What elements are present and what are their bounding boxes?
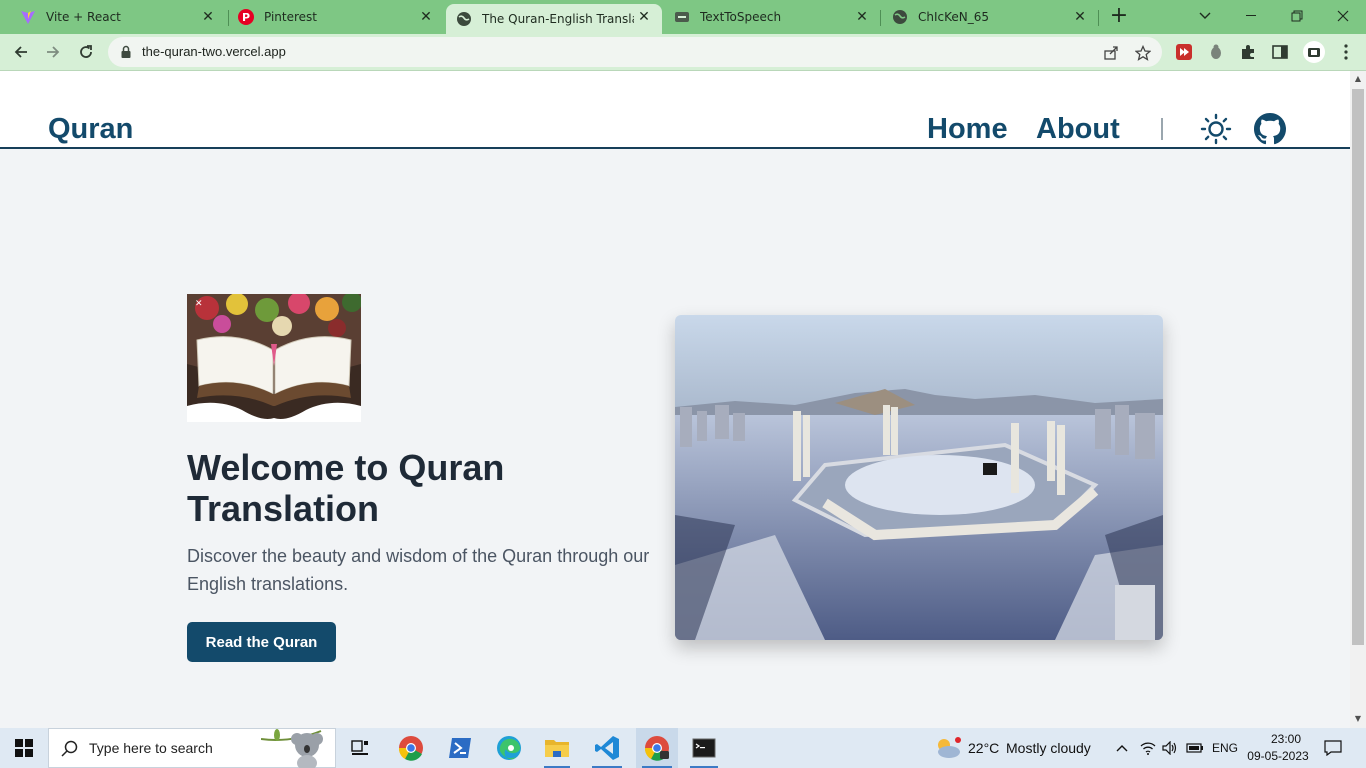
extension-bug-icon[interactable] bbox=[1206, 42, 1226, 62]
pinterest-icon: P bbox=[238, 9, 254, 25]
nav-about-link[interactable]: About bbox=[1036, 113, 1120, 146]
minimize-button[interactable] bbox=[1228, 0, 1274, 32]
bookmark-star-icon[interactable] bbox=[1134, 44, 1152, 62]
extension-red-icon[interactable] bbox=[1174, 42, 1194, 62]
hero-description: Discover the beauty and wisdom of the Qu… bbox=[187, 546, 650, 594]
koala-search-highlight-icon bbox=[260, 729, 335, 768]
vscode-icon[interactable] bbox=[586, 728, 628, 768]
show-hidden-icons-chevron-icon[interactable] bbox=[1112, 728, 1132, 768]
browser-menu-icon[interactable] bbox=[1336, 42, 1356, 62]
powershell-icon[interactable] bbox=[442, 728, 478, 768]
address-bar[interactable]: the-quran-two.vercel.app bbox=[108, 37, 1162, 67]
back-button[interactable] bbox=[8, 39, 34, 65]
scroll-up-arrow-icon[interactable]: ▲ bbox=[1353, 74, 1363, 84]
tab-separator bbox=[1098, 10, 1099, 26]
tab-title: ChIcKeN_65 bbox=[918, 10, 990, 24]
edge-icon[interactable] bbox=[490, 728, 528, 768]
tab-quran[interactable]: The Quran-English Translatio ✕ bbox=[446, 4, 662, 34]
url-text[interactable]: the-quran-two.vercel.app bbox=[142, 44, 286, 59]
file-explorer-icon[interactable] bbox=[538, 728, 576, 768]
search-icon bbox=[61, 740, 79, 762]
tab-title: The Quran-English Translatio bbox=[482, 12, 634, 26]
reload-button[interactable] bbox=[73, 39, 99, 65]
quran-book-image: ✕ bbox=[187, 294, 361, 422]
new-tab-button[interactable]: + bbox=[1108, 5, 1130, 28]
search-placeholder: Type here to search bbox=[89, 740, 213, 756]
tab-chicken[interactable]: ChIcKeN_65 ✕ bbox=[876, 0, 1098, 34]
lock-icon[interactable] bbox=[120, 44, 132, 63]
windows-taskbar: Type here to search 22°C Mostly cloudy E… bbox=[0, 728, 1366, 768]
site-header: Quran Home About bbox=[0, 71, 1350, 149]
chrome-taskbar-icon[interactable] bbox=[392, 728, 430, 768]
windows-start-icon[interactable] bbox=[0, 728, 48, 768]
masjid-al-haram-photo bbox=[675, 315, 1163, 640]
texttospeech-icon bbox=[674, 9, 690, 25]
close-tab-icon[interactable]: ✕ bbox=[854, 9, 870, 25]
globe-icon bbox=[892, 9, 908, 25]
scroll-down-arrow-icon[interactable]: ▼ bbox=[1353, 714, 1363, 724]
tab-search-chevron-icon[interactable] bbox=[1182, 0, 1228, 32]
globe-icon bbox=[456, 11, 472, 27]
tab-texttospeech[interactable]: TextToSpeech ✕ bbox=[662, 0, 880, 34]
svg-text:P: P bbox=[242, 11, 250, 24]
weather-cloudy-icon[interactable] bbox=[932, 728, 964, 768]
close-tab-icon[interactable]: ✕ bbox=[200, 9, 216, 25]
page-viewport: Quran Home About ✕ Welcome to Quran Tran… bbox=[0, 71, 1350, 728]
vite-icon bbox=[20, 9, 36, 25]
svg-text:✕: ✕ bbox=[195, 299, 203, 309]
tab-vite-react[interactable]: Vite + React ✕ bbox=[4, 0, 226, 34]
taskbar-search-box[interactable]: Type here to search bbox=[48, 728, 336, 768]
close-tab-icon[interactable]: ✕ bbox=[1072, 9, 1088, 25]
side-panel-icon[interactable] bbox=[1270, 42, 1290, 62]
tab-title: Pinterest bbox=[264, 10, 318, 24]
share-icon[interactable] bbox=[1102, 44, 1120, 62]
profile-avatar-icon[interactable] bbox=[1302, 40, 1326, 64]
github-icon[interactable] bbox=[1253, 112, 1287, 146]
page-scrollbar[interactable]: ▲ ▼ bbox=[1350, 71, 1366, 728]
tab-strip: Vite + React ✕ P Pinterest ✕ The Quran-E… bbox=[0, 0, 1366, 34]
extensions-puzzle-icon[interactable] bbox=[1238, 42, 1258, 62]
terminal-icon[interactable] bbox=[684, 728, 724, 768]
clock-time[interactable]: 23:00 bbox=[1264, 732, 1308, 746]
clock-date[interactable]: 09-05-2023 bbox=[1246, 749, 1310, 763]
tab-title: Vite + React bbox=[46, 10, 121, 24]
forward-button[interactable] bbox=[40, 39, 66, 65]
notifications-icon[interactable] bbox=[1318, 728, 1348, 768]
restore-button[interactable] bbox=[1274, 0, 1320, 32]
read-quran-button[interactable]: Read the Quran bbox=[187, 622, 336, 662]
weather-condition[interactable]: Mostly cloudy bbox=[1006, 740, 1091, 756]
volume-icon[interactable] bbox=[1160, 728, 1180, 768]
chrome-active-icon[interactable] bbox=[636, 728, 678, 768]
scrollbar-thumb[interactable] bbox=[1352, 89, 1364, 645]
browser-toolbar: the-quran-two.vercel.app bbox=[0, 34, 1366, 71]
theme-toggle-sun-icon[interactable] bbox=[1199, 112, 1233, 146]
close-tab-icon[interactable]: ✕ bbox=[418, 9, 434, 25]
brand-logo[interactable]: Quran bbox=[48, 113, 133, 146]
task-view-icon[interactable] bbox=[344, 728, 376, 768]
tab-pinterest[interactable]: P Pinterest ✕ bbox=[222, 0, 444, 34]
wifi-icon[interactable] bbox=[1138, 728, 1158, 768]
tab-title: TextToSpeech bbox=[700, 10, 782, 24]
close-tab-icon[interactable]: ✕ bbox=[636, 9, 652, 25]
weather-temp[interactable]: 22°C bbox=[968, 740, 999, 756]
hero-title: Welcome to Quran Translation bbox=[187, 447, 505, 529]
battery-icon[interactable] bbox=[1184, 728, 1206, 768]
nav-home-link[interactable]: Home bbox=[927, 113, 1008, 146]
nav-divider bbox=[1161, 118, 1163, 140]
close-window-button[interactable] bbox=[1320, 0, 1366, 32]
input-language[interactable]: ENG bbox=[1212, 741, 1238, 755]
